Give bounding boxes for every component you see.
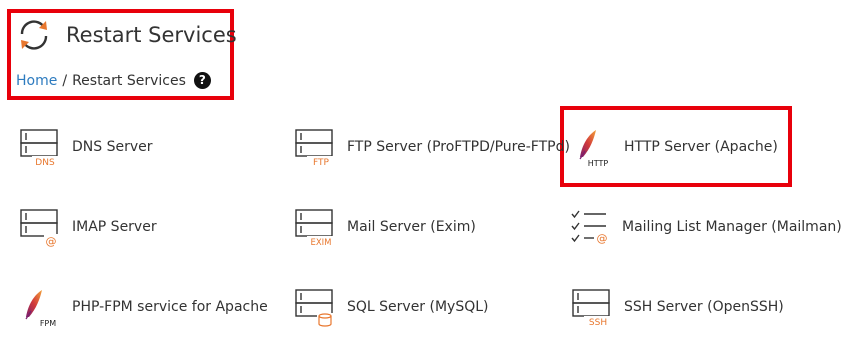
service-mailing-list-manager[interactable]: @ Mailing List Manager (Mailman): [570, 204, 842, 250]
service-label: FTP Server (ProFTPD/Pure-FTPd): [347, 139, 570, 155]
breadcrumb-home-link[interactable]: Home: [16, 73, 57, 89]
apache-feather-icon: FPM: [25, 290, 56, 327]
service-badge: DNS: [35, 158, 55, 167]
service-label: DNS Server: [72, 139, 153, 155]
service-dns-server[interactable]: DNS DNS Server: [20, 124, 153, 170]
server-imap-icon: @: [20, 209, 60, 247]
page-title: Restart Services: [66, 23, 237, 47]
server-dns-icon: DNS: [20, 129, 58, 167]
service-badge: @: [597, 232, 608, 245]
service-badge: @: [46, 235, 57, 247]
service-ssh-server[interactable]: SSH SSH Server (OpenSSH): [572, 284, 784, 330]
server-ftp-icon: FTP: [295, 129, 333, 167]
service-label: SQL Server (MySQL): [347, 299, 489, 315]
service-mail-server[interactable]: EXIM Mail Server (Exim): [295, 204, 476, 250]
page-header: Restart Services: [16, 14, 237, 56]
breadcrumb: Home / Restart Services ?: [16, 72, 211, 89]
server-exim-icon: EXIM: [295, 209, 335, 247]
service-imap-server[interactable]: @ IMAP Server: [20, 204, 157, 250]
restart-services-icon: [20, 20, 48, 50]
service-label: SSH Server (OpenSSH): [624, 299, 784, 315]
service-badge: EXIM: [310, 238, 331, 247]
service-label: IMAP Server: [72, 219, 157, 235]
service-badge: FTP: [313, 158, 330, 167]
apache-feather-icon: HTTP: [579, 130, 609, 167]
help-icon[interactable]: ?: [193, 72, 211, 89]
service-http-server[interactable]: HTTP HTTP Server (Apache): [572, 124, 778, 170]
server-database-icon: [295, 289, 333, 327]
breadcrumb-current: Restart Services: [72, 72, 186, 89]
breadcrumb-separator: /: [62, 72, 68, 89]
service-ftp-server[interactable]: FTP FTP Server (ProFTPD/Pure-FTPd): [295, 124, 570, 170]
service-label: Mail Server (Exim): [347, 219, 476, 235]
service-sql-server[interactable]: SQL Server (MySQL): [295, 284, 489, 330]
service-badge: FPM: [40, 319, 56, 327]
service-label: HTTP Server (Apache): [624, 139, 778, 155]
mailing-list-checklist-icon: @: [571, 210, 608, 245]
service-php-fpm[interactable]: FPM PHP-FPM service for Apache: [20, 284, 268, 330]
server-ssh-icon: SSH: [572, 289, 612, 327]
service-badge: SSH: [589, 318, 607, 327]
service-label: PHP-FPM service for Apache: [72, 299, 268, 315]
service-label: Mailing List Manager (Mailman): [622, 219, 842, 235]
service-badge: HTTP: [588, 159, 609, 167]
